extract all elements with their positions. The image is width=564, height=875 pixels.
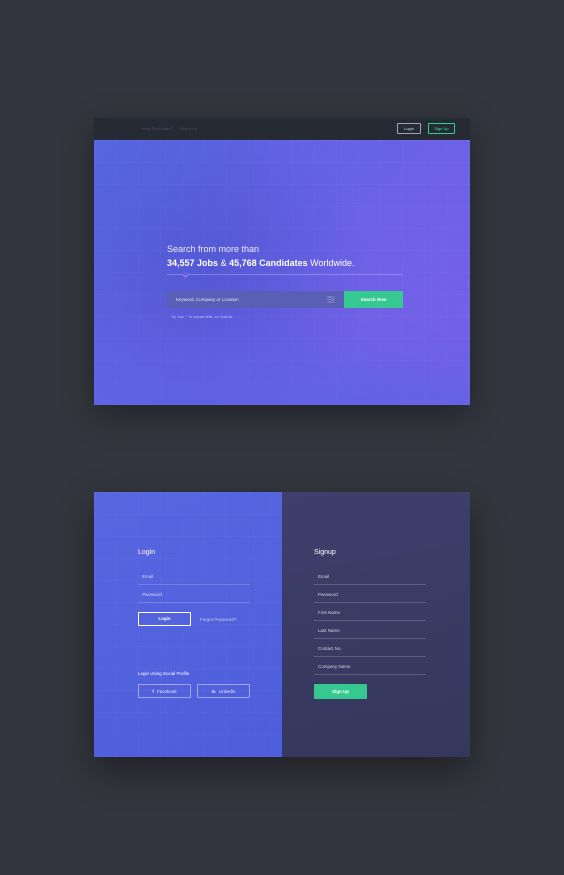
- signup-company-field[interactable]: Company Name: [314, 657, 426, 675]
- nav-signup-button[interactable]: Sign Up: [428, 123, 455, 134]
- search-bar: Keyword, Company or Location: [167, 291, 344, 308]
- signup-contact-field[interactable]: Contact No.: [314, 639, 426, 657]
- signup-last-name-label: Last Name: [318, 628, 340, 633]
- signup-password-field[interactable]: Password: [314, 585, 426, 603]
- worldwide-text: Worldwide.: [307, 258, 355, 268]
- hero-card: Why Recruiters? About Us Login Sign Up S…: [94, 118, 470, 405]
- login-button[interactable]: Login: [138, 612, 191, 626]
- login-email-field[interactable]: Email: [138, 567, 250, 585]
- hero-banner: Search from more than 34,557 Jobs & 45,7…: [94, 140, 470, 405]
- login-password-label: Password: [142, 592, 162, 597]
- linkedin-login-button[interactable]: in Linkedin: [197, 684, 250, 698]
- signup-last-name-field[interactable]: Last Name: [314, 621, 426, 639]
- search-input[interactable]: Keyword, Company or Location: [176, 291, 326, 308]
- jobs-count: 34,557 Jobs: [167, 258, 219, 268]
- signup-first-name-field[interactable]: First Name: [314, 603, 426, 621]
- social-login-label: Login Using Social Profile: [138, 671, 190, 676]
- hero-headline-line1: Search from more than: [167, 244, 260, 254]
- signup-contact-label: Contact No.: [318, 646, 342, 651]
- nav-link-why-recruiters[interactable]: Why Recruiters?: [142, 126, 173, 131]
- signup-first-name-label: First Name: [318, 610, 341, 615]
- auth-card: Login Email Password Login Forgot Passwo…: [94, 492, 470, 757]
- linkedin-label: Linkedin: [218, 689, 236, 694]
- signup-button[interactable]: Sign Up: [314, 684, 367, 699]
- login-email-label: Email: [142, 574, 154, 579]
- nav-link-about-us[interactable]: About Us: [180, 126, 197, 131]
- search-now-button[interactable]: Search Now: [344, 291, 403, 308]
- signup-email-field[interactable]: Email: [314, 567, 426, 585]
- nav-login-button[interactable]: Login: [397, 123, 421, 134]
- signup-email-label: Email: [318, 574, 330, 579]
- signup-panel: Signup Email Password First Name Last Na…: [282, 492, 470, 757]
- search-hint: Tip: Use " " to include skills, ex: Andr…: [171, 315, 233, 319]
- signup-password-label: Password: [318, 592, 338, 597]
- amp-text: &: [218, 258, 230, 268]
- facebook-icon: f: [152, 689, 154, 694]
- signup-title: Signup: [314, 549, 336, 556]
- hero-headline-line2: 34,557 Jobs & 45,768 Candidates Worldwid…: [167, 258, 354, 268]
- top-navbar: Why Recruiters? About Us Login Sign Up: [94, 118, 470, 140]
- linkedin-icon: in: [211, 689, 216, 694]
- facebook-label: Facebook: [156, 689, 177, 694]
- login-title: Login: [138, 549, 156, 556]
- login-password-field[interactable]: Password: [138, 585, 250, 603]
- candidates-count: 45,768 Candidates: [229, 258, 308, 268]
- headline-divider: [167, 274, 403, 275]
- filter-icon[interactable]: [327, 296, 335, 303]
- facebook-login-button[interactable]: f Facebook: [138, 684, 191, 698]
- login-panel: Login Email Password Login Forgot Passwo…: [94, 492, 282, 757]
- signup-company-label: Company Name: [318, 664, 351, 669]
- forgot-password-link[interactable]: Forgot Password?: [200, 617, 237, 622]
